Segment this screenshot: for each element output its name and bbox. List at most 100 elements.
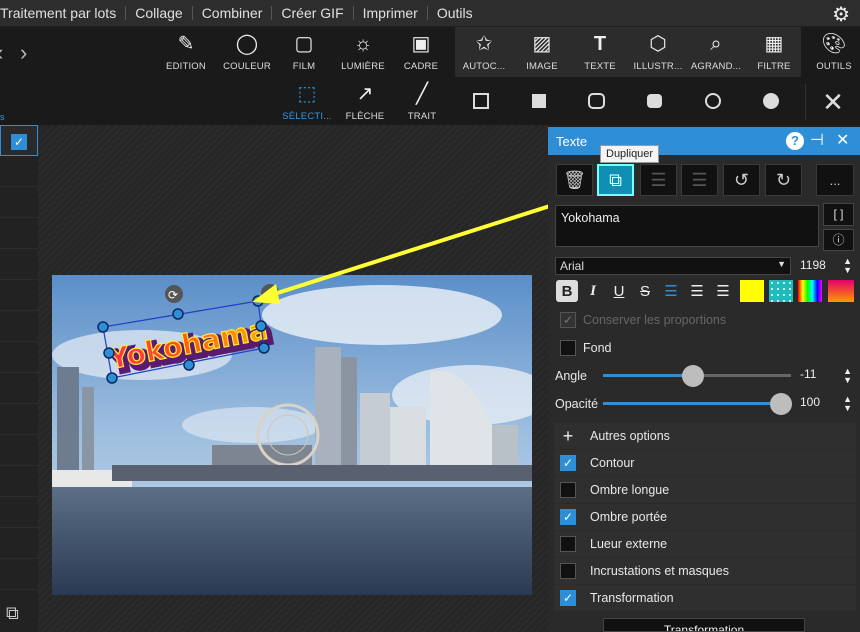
layer-row[interactable]	[0, 280, 38, 311]
checkbox-icon[interactable]	[560, 536, 576, 552]
checkbox-icon[interactable]: ✓	[11, 134, 27, 150]
tool-outils[interactable]: 🎨︎ OUTILS	[812, 27, 856, 77]
menu-tools[interactable]: Outils	[428, 6, 482, 20]
layer-row[interactable]	[0, 435, 38, 466]
layer-row[interactable]	[0, 466, 38, 497]
text-color-swatch[interactable]	[740, 280, 764, 302]
layer-row[interactable]	[0, 311, 38, 342]
transformation-button[interactable]: Transformation	[603, 618, 805, 632]
tool-illustr[interactable]: ⬡ ILLUSTR...	[630, 27, 686, 77]
tool-agrand[interactable]: ⌕ AGRAND...	[688, 27, 744, 77]
delete-button[interactable]: 🗑︎	[556, 164, 593, 196]
opacity-stepper[interactable]: 100 ▲ ▼	[796, 395, 856, 413]
underline-button[interactable]: U	[608, 280, 630, 302]
angle-stepper[interactable]: -11 ▲ ▼	[796, 367, 856, 385]
checkbox-icon[interactable]: ✓	[560, 590, 576, 606]
gradient-swatch[interactable]	[828, 280, 854, 302]
forward-arrow-icon[interactable]: ›	[20, 40, 27, 66]
checkbox-icon[interactable]	[560, 563, 576, 579]
send-backward-icon: ☰	[691, 169, 708, 190]
layer-row[interactable]	[0, 559, 38, 590]
arrow-icon: ↗	[356, 83, 374, 105]
option-more[interactable]: + Autres options	[554, 423, 856, 449]
checkbox-icon[interactable]	[560, 482, 576, 498]
pattern-swatch[interactable]	[769, 280, 793, 302]
bring-forward-button[interactable]: ☰	[640, 164, 677, 196]
font-select-value: Arial	[560, 259, 585, 273]
photo-yokohama[interactable]: Yokohama Yokohama ⟳	[52, 275, 532, 595]
tool-selection[interactable]: ⬚ SÉLECTI...	[280, 77, 334, 125]
font-select[interactable]: Arial ▼	[555, 257, 791, 275]
left-edge-label: s	[0, 112, 5, 122]
rainbow-swatch[interactable]	[798, 280, 822, 302]
menu-create-gif[interactable]: Créer GIF	[272, 6, 354, 20]
italic-button[interactable]: I	[582, 280, 604, 302]
layer-row[interactable]	[0, 218, 38, 249]
tool-texte[interactable]: T TEXTE	[578, 27, 622, 77]
star-frame-icon: ✩	[475, 33, 493, 55]
bracket-button[interactable]: [ ]	[823, 203, 854, 226]
option-long-shadow[interactable]: Ombre longue	[554, 477, 856, 503]
tool-cadre[interactable]: ▣ CADRE	[400, 27, 442, 77]
opacity-slider-thumb[interactable]	[770, 393, 792, 415]
tool-fleche[interactable]: ↗ FLÈCHE	[342, 77, 388, 125]
duplicate-button[interactable]: ⧉	[597, 164, 634, 196]
tool-autoc[interactable]: ✩ AUTOC...	[458, 27, 510, 77]
duplicate-icon: ⧉	[609, 169, 622, 190]
tool-lumiere[interactable]: ☼ LUMIÈRE	[338, 27, 388, 77]
strikethrough-button[interactable]: S	[634, 280, 656, 302]
option-outer-glow[interactable]: Lueur externe	[554, 531, 856, 557]
gear-icon[interactable]: ⚙	[832, 2, 850, 27]
duplicate-layer-icon[interactable]: ⧉	[6, 603, 19, 624]
back-arrow-icon[interactable]: ‹	[0, 40, 3, 66]
layer-row[interactable]	[0, 156, 38, 187]
tool-edition[interactable]: ✎ EDITION	[162, 27, 210, 77]
plus-icon: +	[562, 425, 574, 446]
menu-batch[interactable]: Traitement par lots	[0, 6, 127, 20]
delete-handle-icon[interactable]	[261, 284, 279, 302]
info-icon[interactable]: ⓘ	[823, 229, 854, 251]
panel-close-icon[interactable]: ✕	[836, 130, 849, 150]
align-left-icon[interactable]: ☰	[660, 280, 682, 302]
tool-couleur[interactable]: ◯ COULEUR	[222, 27, 272, 77]
option-masks[interactable]: Incrustations et masques	[554, 558, 856, 584]
pin-icon[interactable]: ⊣	[810, 130, 824, 150]
menu-collage[interactable]: Collage	[126, 6, 193, 20]
menu-combine[interactable]: Combiner	[193, 6, 273, 20]
font-size-stepper[interactable]: 1198 ▲ ▼	[796, 257, 856, 275]
help-icon[interactable]: ?	[786, 132, 804, 150]
option-transformation[interactable]: ✓ Transformation	[554, 585, 856, 611]
layer-row[interactable]	[0, 497, 38, 528]
text-input[interactable]: Yokohama	[555, 205, 819, 247]
tool-film[interactable]: ▢ FILM	[282, 27, 326, 77]
align-center-icon[interactable]: ☰	[686, 280, 708, 302]
option-drop-shadow[interactable]: ✓ Ombre portée	[554, 504, 856, 530]
layer-row-selected[interactable]: ✓	[0, 125, 38, 156]
layer-row[interactable]	[0, 342, 38, 373]
edit-icon: ✎	[177, 33, 195, 55]
layer-row[interactable]	[0, 373, 38, 404]
layer-row[interactable]	[0, 249, 38, 280]
checkbox-icon[interactable]: ✓	[560, 509, 576, 525]
align-right-icon[interactable]: ☰	[712, 280, 734, 302]
menu-print[interactable]: Imprimer	[354, 6, 428, 20]
close-icon[interactable]: ✕	[805, 84, 860, 120]
stepper-arrows-icon: ▲ ▼	[843, 394, 852, 413]
more-button[interactable]: ...	[816, 164, 854, 196]
checkbox-icon[interactable]: ✓	[560, 455, 576, 471]
layer-row[interactable]	[0, 404, 38, 435]
angle-slider-thumb[interactable]	[682, 365, 704, 387]
layer-row[interactable]	[0, 528, 38, 559]
keep-proportions-checkbox[interactable]: ✓	[560, 312, 576, 328]
tool-trait[interactable]: ╱ TRAIT	[402, 77, 442, 125]
tool-filtre[interactable]: ▦ FILTRE	[752, 27, 796, 77]
option-contour[interactable]: ✓ Contour	[554, 450, 856, 476]
send-backward-button[interactable]: ☰	[681, 164, 718, 196]
background-checkbox[interactable]	[560, 340, 576, 356]
layer-row[interactable]	[0, 187, 38, 218]
menu-bar: Traitement par lots Collage Combiner Cré…	[0, 0, 860, 26]
tool-image[interactable]: ▨ IMAGE	[520, 27, 564, 77]
rotate-left-button[interactable]: ↺	[723, 164, 760, 196]
bold-button[interactable]: B	[556, 280, 578, 302]
rotate-right-button[interactable]: ↻	[765, 164, 802, 196]
